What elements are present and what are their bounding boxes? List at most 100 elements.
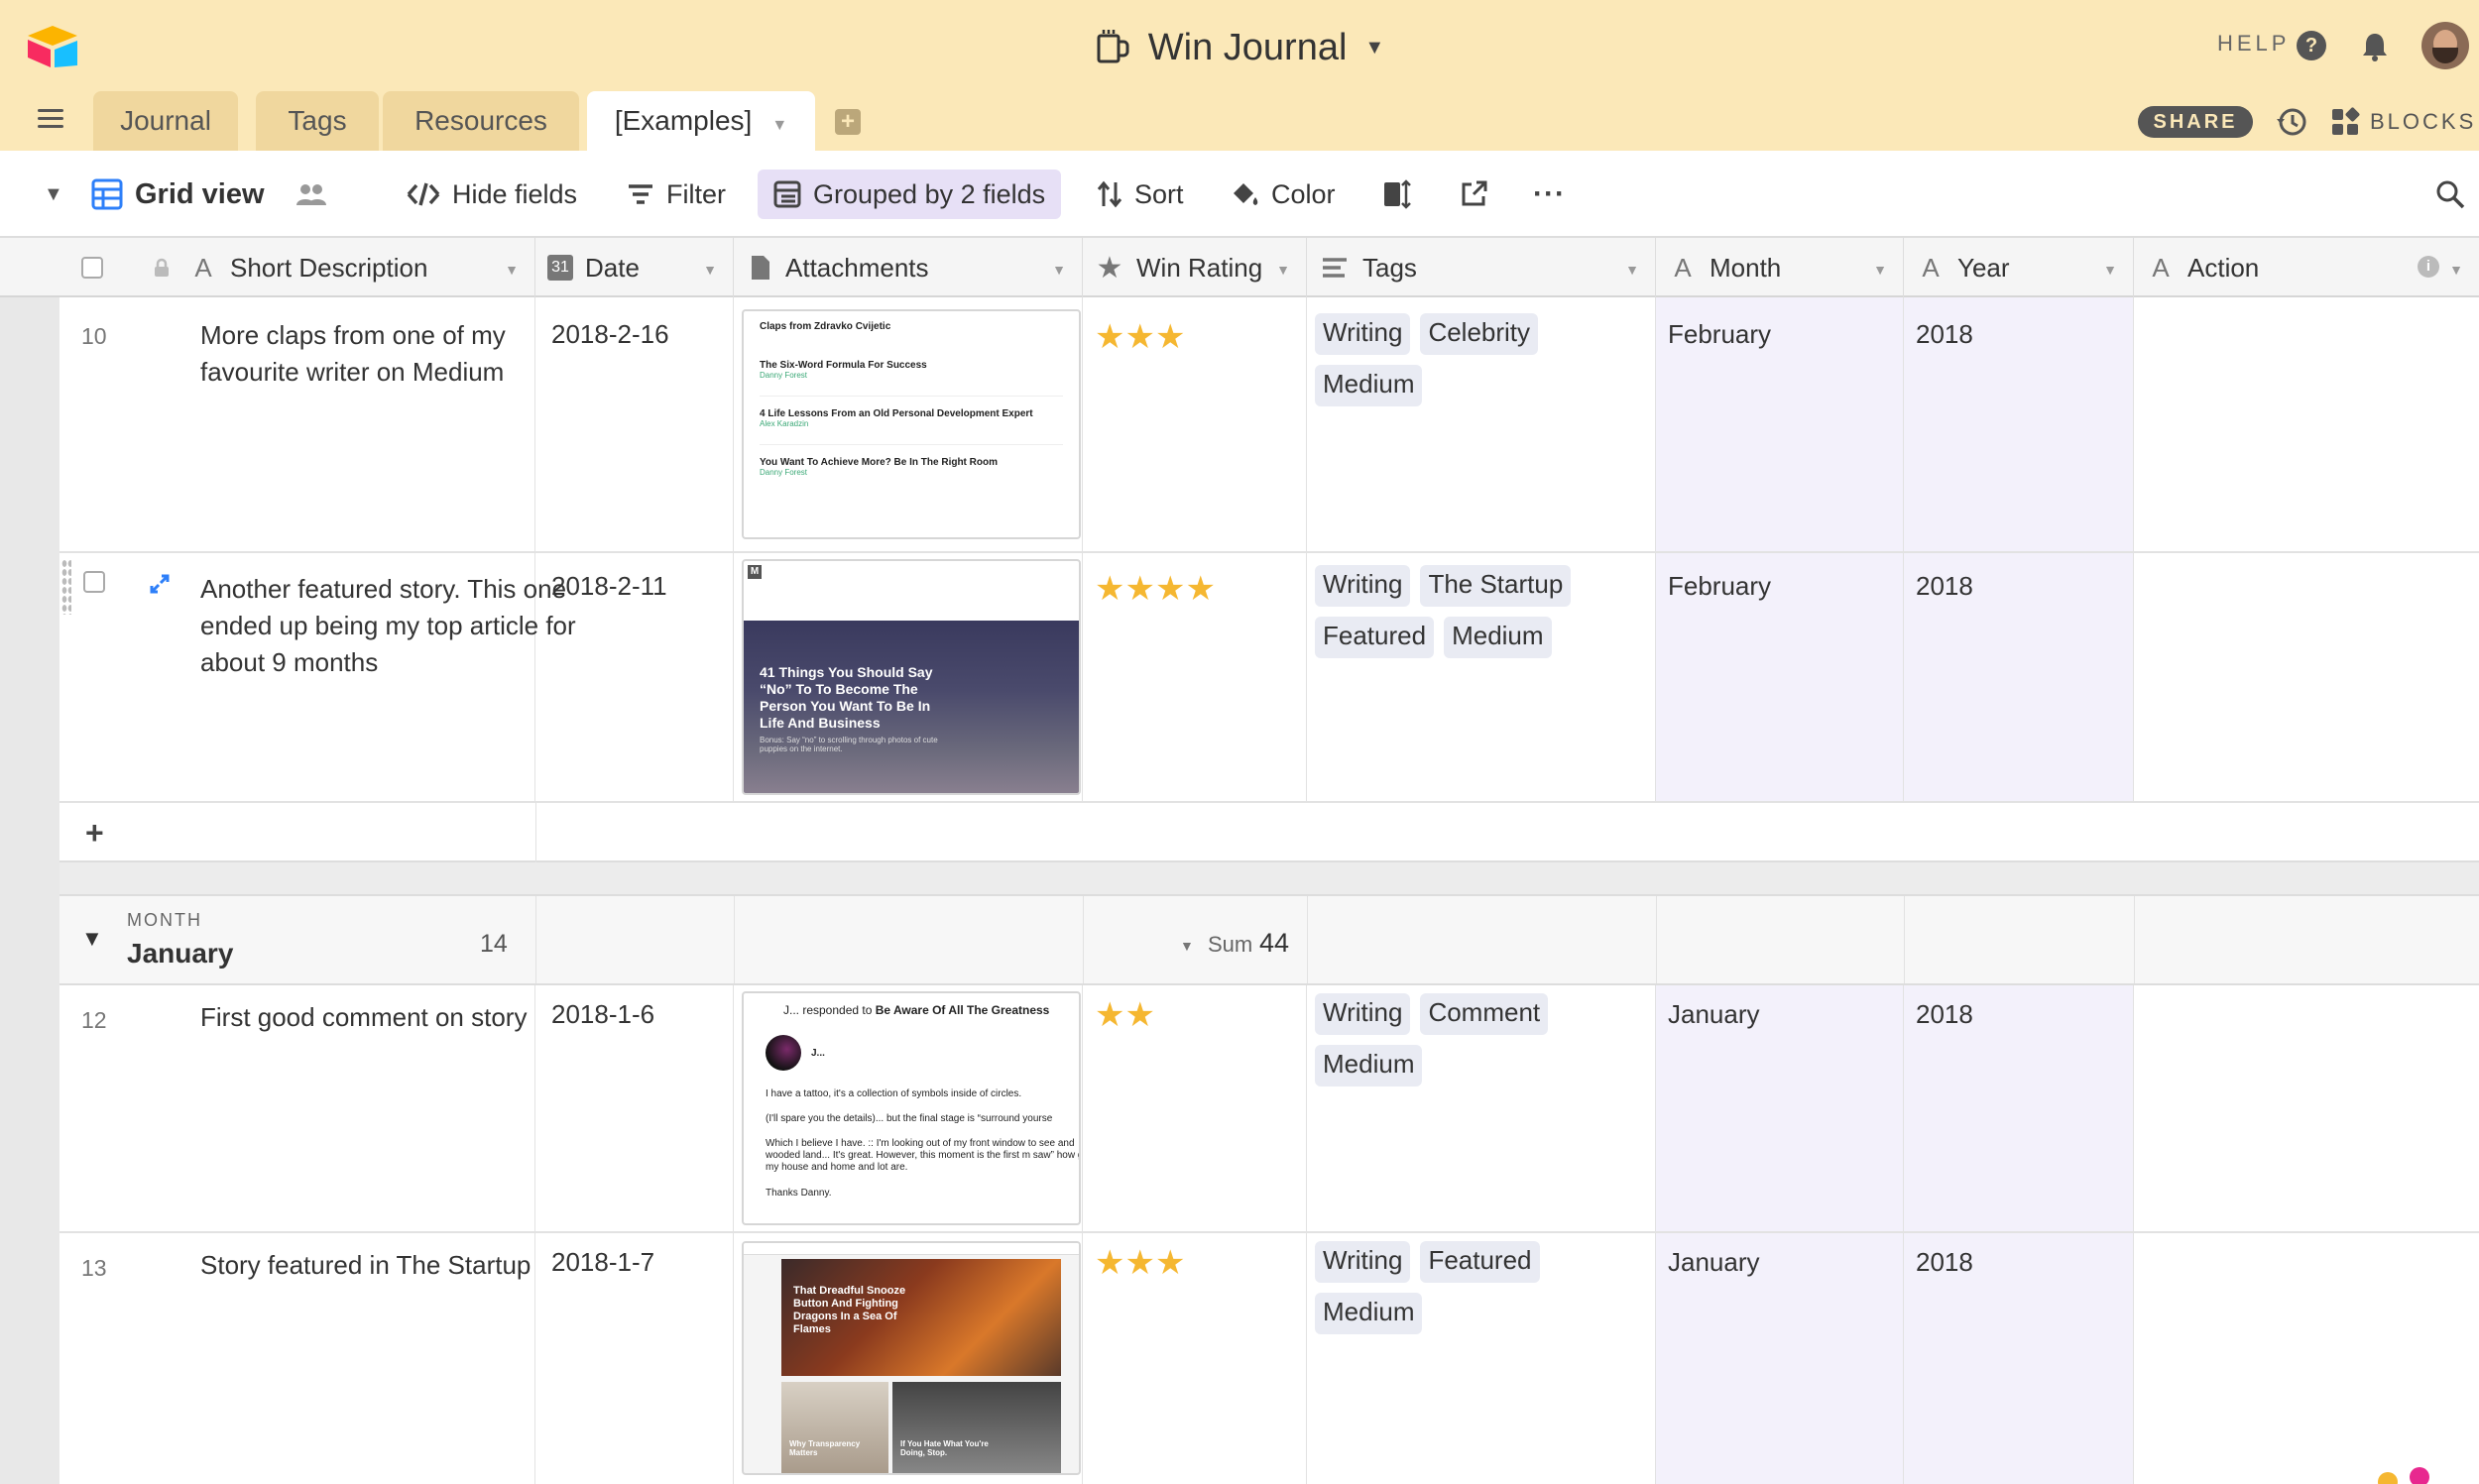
date-cell[interactable]: 2018-1-7 <box>535 1233 734 1484</box>
month-column-header[interactable]: A Month ▼ <box>1656 238 1904 297</box>
add-record-row[interactable]: + <box>59 803 2479 862</box>
attachment-thumbnail[interactable]: That Dreadful Snooze Button And Fighting… <box>742 1241 1081 1475</box>
attachment-thumbnail[interactable]: J... responded to Be Aware Of All The Gr… <box>742 991 1081 1225</box>
month-cell[interactable]: February <box>1656 553 1904 801</box>
chevron-down-icon[interactable]: ▼ <box>1873 262 1887 278</box>
attachment-thumbnail[interactable]: Claps from Zdravko Cvijetic The Six-Word… <box>742 309 1081 539</box>
group-header-january[interactable]: ▼ MONTH January 14 ▼ Sum 44 <box>59 894 2479 985</box>
chevron-down-icon[interactable]: ▼ <box>505 262 519 278</box>
row-checkbox[interactable] <box>83 571 105 593</box>
hide-fields-button[interactable]: Hide fields <box>407 151 577 238</box>
color-button[interactable]: Color <box>1230 151 1336 238</box>
blocks-icon[interactable] <box>2330 107 2360 137</box>
attachments-column-header[interactable]: Attachments ▼ <box>734 238 1083 297</box>
win-rating-cell[interactable]: ★★ <box>1083 985 1307 1231</box>
month-cell[interactable]: February <box>1656 297 1904 551</box>
chevron-down-icon[interactable]: ▼ <box>1052 262 1066 278</box>
help-link[interactable]: HELP <box>2217 31 2290 57</box>
tags-cell[interactable]: Writing Celebrity Medium <box>1307 297 1656 551</box>
action-cell[interactable] <box>2134 553 2479 801</box>
star-rating[interactable]: ★★ <box>1095 996 1155 1034</box>
year-cell[interactable]: 2018 <box>1904 985 2134 1231</box>
primary-cell[interactable]: Another featured story. This one ended u… <box>59 553 576 801</box>
action-cell[interactable] <box>2134 1233 2479 1484</box>
year-cell[interactable]: 2018 <box>1904 553 2134 801</box>
attachments-cell[interactable]: That Dreadful Snooze Button And Fighting… <box>734 1233 1083 1484</box>
more-options-button[interactable]: ··· <box>1533 151 1566 238</box>
grouped-by-button[interactable]: Grouped by 2 fields <box>773 151 1045 238</box>
table-row[interactable]: Another featured story. This one ended u… <box>59 553 2479 803</box>
collapse-group-icon[interactable]: ▼ <box>81 926 103 952</box>
add-table-icon[interactable]: + <box>835 109 861 135</box>
win-rating-column-header[interactable]: ★ Win Rating ▼ <box>1083 238 1307 297</box>
tab-tags[interactable]: Tags <box>256 91 379 151</box>
hamburger-menu-icon[interactable] <box>38 109 63 129</box>
base-title[interactable]: Win Journal <box>1148 27 1348 69</box>
action-cell[interactable] <box>2134 297 2479 551</box>
chevron-down-icon[interactable]: ▼ <box>44 183 63 206</box>
sort-button[interactable]: Sort <box>1097 151 1184 238</box>
primary-cell[interactable]: 13 Story featured in The Startup <box>59 1233 535 1484</box>
tags-cell[interactable]: Writing Comment Medium <box>1307 985 1656 1231</box>
view-name[interactable]: Grid view <box>91 151 328 238</box>
tags-cell[interactable]: Writing Featured Medium <box>1307 1233 1656 1484</box>
star-rating[interactable]: ★★★ <box>1095 1244 1185 1282</box>
attachments-cell[interactable]: Claps from Zdravko Cvijetic The Six-Word… <box>734 297 1083 551</box>
win-rating-cell[interactable]: ★★★ <box>1083 1233 1307 1484</box>
win-rating-cell[interactable]: ★★★★ <box>1083 553 1307 801</box>
history-icon[interactable] <box>2275 105 2308 139</box>
help-icon[interactable]: ? <box>2297 31 2326 60</box>
tab-resources[interactable]: Resources <box>383 91 579 151</box>
blocks-button[interactable]: BLOCKS <box>2370 109 2476 135</box>
primary-cell[interactable]: 10 More claps from one of my favourite w… <box>59 297 535 551</box>
bell-icon[interactable] <box>2358 30 2392 63</box>
year-cell[interactable]: 2018 <box>1904 1233 2134 1484</box>
table-row[interactable]: 13 Story featured in The Startup 2018-1-… <box>59 1233 2479 1484</box>
date-cell[interactable]: 2018-2-11 <box>535 553 734 801</box>
expand-record-icon[interactable] <box>149 573 171 595</box>
attachments-cell[interactable]: J... responded to Be Aware Of All The Gr… <box>734 985 1083 1231</box>
summary-dropdown-icon[interactable]: ▼ <box>1180 938 1194 954</box>
tab-dropdown-icon[interactable]: ▼ <box>771 117 787 134</box>
table-row[interactable]: 10 More claps from one of my favourite w… <box>59 297 2479 553</box>
star-rating[interactable]: ★★★ <box>1095 318 1185 356</box>
attachment-thumbnail[interactable]: M 41 Things You Should Say “No” To To Be… <box>742 559 1081 795</box>
action-column-header[interactable]: A Action i ▼ <box>2134 238 2479 297</box>
year-column-header[interactable]: A Year ▼ <box>1904 238 2134 297</box>
share-button[interactable]: SHARE <box>2138 106 2253 138</box>
primary-cell[interactable]: 12 First good comment on story <box>59 985 535 1231</box>
chevron-down-icon[interactable]: ▼ <box>2103 262 2117 278</box>
people-icon[interactable] <box>295 181 328 207</box>
tags-column-header[interactable]: Tags ▼ <box>1307 238 1656 297</box>
win-rating-cell[interactable]: ★★★ <box>1083 297 1307 551</box>
star-rating[interactable]: ★★★★ <box>1095 570 1216 608</box>
filter-button[interactable]: Filter <box>627 151 726 238</box>
chevron-down-icon[interactable]: ▼ <box>703 262 717 278</box>
action-cell[interactable] <box>2134 985 2479 1231</box>
year-cell[interactable]: 2018 <box>1904 297 2134 551</box>
drag-handle-icon[interactable] <box>61 559 71 615</box>
share-view-button[interactable] <box>1460 151 1487 238</box>
attachments-cell[interactable]: M 41 Things You Should Say “No” To To Be… <box>734 553 1083 801</box>
view-switcher-toggle[interactable]: ▼ <box>44 151 63 238</box>
month-cell[interactable]: January <box>1656 1233 1904 1484</box>
select-all-checkbox[interactable] <box>81 257 103 279</box>
row-height-button[interactable] <box>1382 151 1412 238</box>
user-avatar[interactable] <box>2421 22 2469 69</box>
date-cell[interactable]: 2018-1-6 <box>535 985 734 1231</box>
base-title-area[interactable]: Win Journal ▼ <box>0 20 2479 75</box>
date-column-header[interactable]: 31 Date ▼ <box>535 238 734 297</box>
chevron-down-icon[interactable]: ▼ <box>1276 262 1290 278</box>
tags-cell[interactable]: Writing The Startup Featured Medium <box>1307 553 1656 801</box>
tab-examples[interactable]: [Examples] ▼ <box>587 91 815 151</box>
table-row[interactable]: 12 First good comment on story 2018-1-6 … <box>59 985 2479 1233</box>
tab-journal[interactable]: Journal <box>93 91 238 151</box>
date-cell[interactable]: 2018-2-16 <box>535 297 734 551</box>
month-cell[interactable]: January <box>1656 985 1904 1231</box>
primary-column-header[interactable]: A Short Description ▼ <box>0 238 535 297</box>
info-icon[interactable]: i <box>2418 256 2439 278</box>
chevron-down-icon[interactable]: ▼ <box>2449 262 2463 278</box>
search-button[interactable] <box>2435 151 2465 238</box>
chevron-down-icon[interactable]: ▼ <box>1364 37 1384 59</box>
chevron-down-icon[interactable]: ▼ <box>1625 262 1639 278</box>
